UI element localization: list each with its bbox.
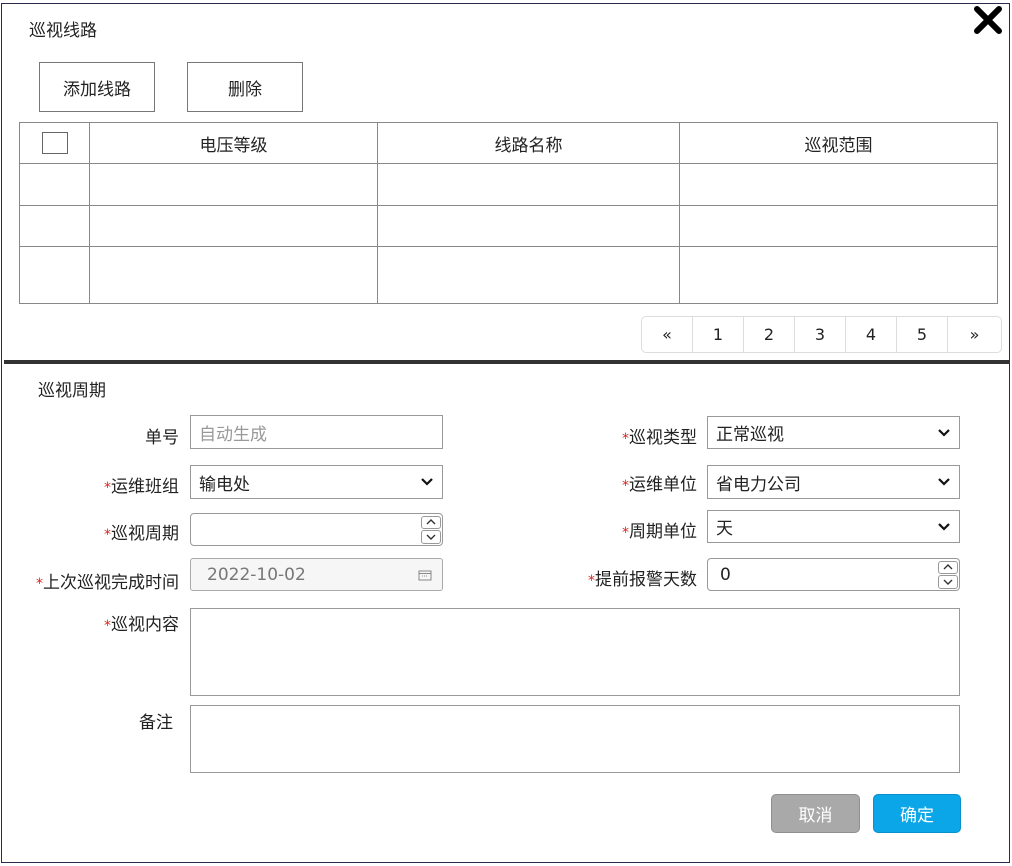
calendar-icon[interactable] [418, 569, 432, 581]
section-title-cycle: 巡视周期 [38, 381, 106, 401]
cycle-input[interactable] [190, 513, 443, 546]
order-no-label: 单号 [145, 428, 179, 448]
table-cell [377, 246, 680, 304]
table-cell [89, 163, 378, 206]
content-textarea[interactable] [190, 608, 960, 696]
spin-up-icon[interactable] [421, 515, 441, 529]
pagination-next[interactable]: » [948, 317, 1001, 352]
chevron-down-icon [938, 522, 950, 531]
header-patrol-range[interactable]: 巡视范围 [679, 122, 998, 164]
confirm-button[interactable]: 确定 [873, 794, 961, 833]
spin-down-icon[interactable] [421, 530, 441, 544]
table-cell [89, 246, 378, 304]
close-icon[interactable] [972, 4, 1004, 36]
unit-label: *运维单位 [622, 475, 697, 495]
remark-textarea[interactable] [190, 705, 960, 773]
cycle-unit-select[interactable]: 天 [707, 510, 960, 543]
patrol-type-label: *巡视类型 [622, 428, 697, 448]
table-cell [19, 205, 90, 247]
advance-days-label: *提前报警天数 [588, 570, 697, 590]
table-cell [377, 163, 680, 206]
spin-down-icon[interactable] [938, 575, 958, 589]
advance-days-input[interactable]: 0 [707, 558, 960, 591]
team-label: *运维班组 [104, 477, 179, 497]
table-row[interactable] [19, 246, 998, 304]
lines-table: 电压等级 线路名称 巡视范围 [19, 122, 998, 304]
last-time-input[interactable]: 2022-10-02 [190, 558, 443, 591]
patrol-type-select[interactable]: 正常巡视 [707, 416, 960, 449]
table-cell [679, 246, 998, 304]
cancel-button[interactable]: 取消 [771, 794, 860, 833]
team-select[interactable]: 输电处 [190, 465, 443, 499]
cycle-label: *巡视周期 [104, 524, 179, 544]
cycle-unit-label: *周期单位 [622, 522, 697, 542]
pagination-page-5[interactable]: 5 [897, 317, 948, 352]
add-line-button[interactable]: 添加线路 [39, 62, 155, 112]
table-row[interactable] [19, 163, 998, 206]
pagination-prev[interactable]: « [642, 317, 693, 352]
table-cell [377, 205, 680, 247]
spin-up-icon[interactable] [938, 560, 958, 574]
chevron-down-icon [421, 478, 433, 486]
delete-button[interactable]: 删除 [187, 62, 303, 112]
cycle-spinner[interactable] [421, 515, 441, 544]
table-cell [679, 205, 998, 247]
chevron-down-icon [938, 428, 950, 437]
table-row[interactable] [19, 205, 998, 247]
remark-label: 备注 [139, 713, 173, 733]
unit-select[interactable]: 省电力公司 [707, 465, 960, 499]
select-all-checkbox[interactable] [41, 132, 68, 154]
table-header-row: 电压等级 线路名称 巡视范围 [19, 122, 998, 164]
chevron-down-icon [938, 478, 950, 486]
pagination-page-1[interactable]: 1 [693, 317, 744, 352]
pagination-page-4[interactable]: 4 [846, 317, 897, 352]
last-time-label: *上次巡视完成时间 [36, 573, 179, 593]
select-all-cell [19, 122, 90, 164]
header-voltage[interactable]: 电压等级 [89, 122, 378, 164]
pagination-page-3[interactable]: 3 [795, 317, 846, 352]
section-title-lines: 巡视线路 [29, 21, 97, 41]
table-cell [19, 163, 90, 206]
order-no-input[interactable]: 自动生成 [190, 415, 443, 449]
content-label: *巡视内容 [104, 615, 179, 635]
advance-days-spinner[interactable] [938, 560, 958, 589]
table-cell [89, 205, 378, 247]
section-divider [4, 360, 1010, 364]
table-cell [679, 163, 998, 206]
header-line-name[interactable]: 线路名称 [377, 122, 680, 164]
table-cell [19, 246, 90, 304]
pagination-page-2[interactable]: 2 [744, 317, 795, 352]
pagination: « 1 2 3 4 5 » [641, 316, 1002, 353]
